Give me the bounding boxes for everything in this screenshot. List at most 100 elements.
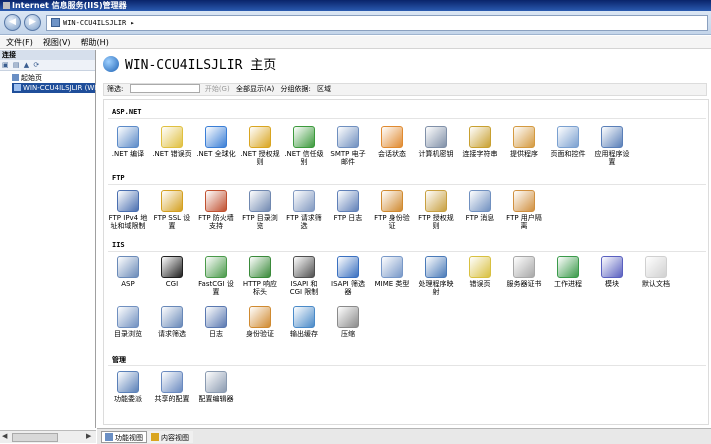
feature-item[interactable]: FTP SSL 设置 — [152, 190, 192, 230]
ftp-ssl-icon — [161, 190, 183, 212]
feature-item[interactable]: 压缩 — [328, 306, 368, 346]
tree-item-start-page[interactable]: 起始页 — [2, 73, 95, 83]
feature-item[interactable]: 工作进程 — [548, 256, 588, 296]
feature-label: 提供程序 — [510, 150, 538, 158]
feature-item[interactable]: .NET 信任级别 — [284, 126, 324, 166]
up-icon[interactable]: ▲ — [24, 61, 30, 69]
feature-item[interactable]: ISAPI 和 CGI 限制 — [284, 256, 324, 296]
feature-item[interactable]: 服务器证书 — [504, 256, 544, 296]
feature-item[interactable]: FTP 身份验证 — [372, 190, 412, 230]
menu-help[interactable]: 帮助(H) — [81, 38, 109, 47]
feature-item[interactable]: 模块 — [592, 256, 632, 296]
feature-item[interactable]: 请求筛选 — [152, 306, 192, 346]
start-page-icon — [12, 74, 19, 81]
breadcrumb[interactable]: WIN-CCU4ILSJLIR ▸ — [46, 15, 708, 31]
feature-item[interactable]: 目录浏览 — [108, 306, 148, 346]
feature-item[interactable]: MIME 类型 — [372, 256, 412, 296]
tree-item-server[interactable]: WIN-CCU4ILSJLIR (WI — [12, 83, 96, 93]
feature-label: FTP 授权规则 — [418, 214, 454, 230]
feature-item[interactable]: HTTP 响应标头 — [240, 256, 280, 296]
feature-item[interactable]: 页面和控件 — [548, 126, 588, 166]
feature-label: 错误页 — [469, 280, 491, 288]
connections-toolbar: ▣ ▤ ▲ ⟳ — [0, 60, 95, 71]
menu-view[interactable]: 视图(V) — [43, 38, 71, 47]
feature-item[interactable]: 输出缓存 — [284, 306, 324, 346]
scroll-thumb[interactable] — [12, 433, 58, 442]
features-view-tab[interactable]: 功能视图 — [101, 431, 147, 443]
mail-icon — [337, 126, 359, 148]
feature-item[interactable]: 日志 — [196, 306, 236, 346]
feature-item[interactable]: ISAPI 筛选器 — [328, 256, 368, 296]
feature-item[interactable]: 提供程序 — [504, 126, 544, 166]
feature-item[interactable]: FTP IPv4 地址和域限制 — [108, 190, 148, 230]
show-all-button[interactable]: 全部显示(A) — [236, 85, 274, 93]
feature-label: 配置编辑器 — [198, 395, 234, 403]
feature-item[interactable]: 配置编辑器 — [196, 371, 236, 411]
feature-label: FTP 用户隔离 — [506, 214, 542, 230]
scroll-left-icon[interactable]: ◀ — [2, 432, 7, 440]
app-settings-icon — [601, 126, 623, 148]
asp-icon — [117, 256, 139, 278]
back-button[interactable]: ◀ — [4, 14, 21, 31]
feature-label: SMTP 电子邮件 — [330, 150, 366, 166]
feature-item[interactable]: .NET 编译 — [108, 126, 148, 166]
feature-item[interactable]: .NET 错误页 — [152, 126, 192, 166]
feature-label: .NET 错误页 — [152, 150, 192, 158]
feature-item[interactable]: 默认文档 — [636, 256, 676, 296]
menu-file[interactable]: 文件(F) — [6, 38, 33, 47]
output-cache-icon — [293, 306, 315, 328]
feature-label: 模块 — [605, 280, 619, 288]
feature-item[interactable]: .NET 授权规则 — [240, 126, 280, 166]
feature-item[interactable]: 错误页 — [460, 256, 500, 296]
connections-header: 连接 — [0, 50, 95, 60]
feature-item[interactable]: FTP 日志 — [328, 190, 368, 230]
ftp-filter-icon — [293, 190, 315, 212]
group-by-select[interactable]: 区域 — [317, 85, 331, 93]
feature-label: 输出缓存 — [290, 330, 318, 338]
feature-item[interactable]: 计算机密钥 — [416, 126, 456, 166]
refresh-icon[interactable]: ⟳ — [33, 61, 40, 69]
feature-item[interactable]: .NET 全球化 — [196, 126, 236, 166]
feature-item[interactable]: FTP 消息 — [460, 190, 500, 230]
horizontal-scrollbar[interactable]: ◀ ▶ — [0, 430, 96, 443]
section-header[interactable]: IIS — [112, 241, 125, 249]
filter-input[interactable] — [129, 84, 200, 93]
default-document-icon — [645, 256, 667, 278]
feature-item[interactable]: FTP 授权规则 — [416, 190, 456, 230]
feature-item[interactable]: FTP 用户隔离 — [504, 190, 544, 230]
feature-item[interactable]: CGI — [152, 256, 192, 296]
section-header[interactable]: ASP.NET — [112, 108, 142, 116]
forward-button[interactable]: ▶ — [24, 14, 41, 31]
config-editor-icon — [205, 371, 227, 393]
feature-item[interactable]: FastCGI 设置 — [196, 256, 236, 296]
feature-item[interactable]: SMTP 电子邮件 — [328, 126, 368, 166]
feature-item[interactable]: 处理程序映射 — [416, 256, 456, 296]
section-header[interactable]: FTP — [112, 174, 125, 182]
connect-icon[interactable]: ▣ — [2, 61, 10, 69]
feature-item[interactable]: FTP 防火墙支持 — [196, 190, 236, 230]
feature-item[interactable]: 会话状态 — [372, 126, 412, 166]
feature-item[interactable]: 共享的配置 — [152, 371, 192, 411]
feature-item[interactable]: FTP 目录浏览 — [240, 190, 280, 230]
window-title: Internet 信息服务(IIS)管理器 — [12, 1, 127, 10]
feature-item[interactable]: 应用程序设置 — [592, 126, 632, 166]
feature-item[interactable]: FTP 请求筛选 — [284, 190, 324, 230]
feature-label: 服务器证书 — [506, 280, 542, 288]
feature-label: .NET 授权规则 — [240, 150, 280, 166]
feature-item[interactable]: ASP — [108, 256, 148, 296]
scroll-right-icon[interactable]: ▶ — [86, 432, 91, 440]
cgi-icon — [161, 256, 183, 278]
section-header[interactable]: 管理 — [112, 355, 126, 365]
save-icon[interactable]: ▤ — [13, 61, 21, 69]
feature-item[interactable]: 功能委派 — [108, 371, 148, 411]
ftp-ip-icon — [117, 190, 139, 212]
feature-label: FTP SSL 设置 — [153, 214, 191, 230]
ftp-isolation-icon — [513, 190, 535, 212]
features-view-icon — [105, 433, 113, 441]
content-view-tab[interactable]: 内容视图 — [147, 431, 193, 443]
section-divider — [108, 184, 706, 185]
feature-label: 处理程序映射 — [418, 280, 454, 296]
feature-item[interactable]: 身份验证 — [240, 306, 280, 346]
filter-go-button[interactable]: 开始(G) — [205, 85, 230, 93]
feature-item[interactable]: 连接字符串 — [460, 126, 500, 166]
